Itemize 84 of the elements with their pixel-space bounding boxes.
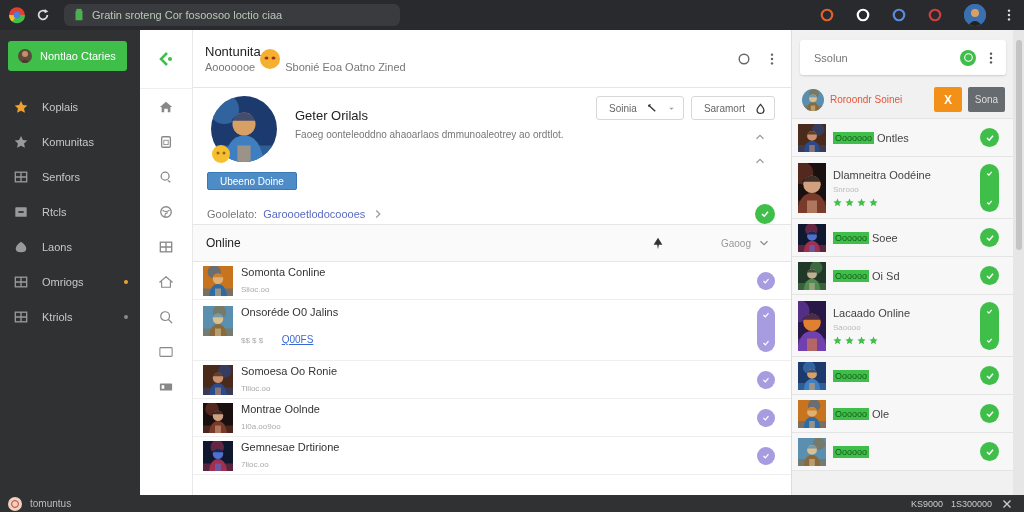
star-icon[interactable] [845,197,854,207]
game-name: Lacaado Online [833,306,911,319]
star-icon[interactable] [869,197,878,207]
star-icon[interactable] [14,134,28,149]
sidebar-item[interactable]: Rtcls [0,194,140,229]
pick-icon[interactable] [646,102,658,114]
link-label: Goolelato: [207,208,258,220]
search-field[interactable]: Ssolun [812,50,952,65]
player-meta: Tilioc.oo [241,383,271,393]
search-icon[interactable] [159,309,173,324]
globe-icon[interactable] [159,204,173,219]
search-bar[interactable]: Ssolun [800,40,1006,75]
game-name: Ole [872,407,890,420]
sidebar-item[interactable]: Ktriols [0,299,140,334]
circle-icon[interactable] [737,51,751,66]
player-name: Onsoréde O0 Jalins [241,306,340,318]
home-icon[interactable] [159,274,173,289]
emoji-icon [259,48,282,70]
profile-description: Faoeg oonteleoddno ahaoarlaos dmmunoaleotrey ao ordtlot. [295,129,565,140]
drop-icon[interactable] [755,102,766,114]
star-icon[interactable] [833,335,842,345]
profile-name: Geter Orilals [295,108,369,123]
star-icon[interactable] [14,99,28,114]
profile-link[interactable]: Garoooetlodocoooes [263,208,366,220]
star-icon[interactable] [869,335,878,345]
action-button[interactable]: Ubeeno Doine [207,172,297,190]
star-icon[interactable] [857,335,866,345]
grid-icon[interactable] [159,239,173,254]
player-name: Somoesa Oo Ronie [241,364,338,377]
screen-icon[interactable] [159,344,173,359]
player-link[interactable]: Q00FS [281,334,314,345]
sidebar-item[interactable]: Omriogs [0,264,140,299]
scrollbar-thumb[interactable] [1016,40,1022,250]
emoji-icon [211,144,231,164]
panel-user-name: Roroondr Soinei [830,94,904,105]
filter-button[interactable]: Saramort [690,96,775,120]
grid-icon[interactable] [14,169,28,184]
address-bar[interactable]: Gratin sroteng Cor fosoosoo loctio ciaa [64,4,400,26]
check-icon[interactable] [761,338,771,348]
status-tag: Oooooo [833,269,870,282]
player-meta: 7lioc.oo [241,459,269,469]
filter-button[interactable]: Soinia [596,96,684,120]
status-tag: Oooooo [833,407,870,420]
back-icon[interactable] [158,51,174,67]
subtitle: Sbonié Eoa Oatno Zined [285,61,406,73]
blob-icon[interactable] [14,239,28,254]
subtitle: Aooooooe [205,61,256,73]
avatar-icon [18,49,32,63]
sidebar-item[interactable]: Komunitas [0,124,140,159]
status-tag: Ooooooo [833,131,875,144]
player-name: Somonta Conline [241,265,327,278]
star-icon[interactable] [857,197,866,207]
sidebar-item[interactable]: Koplais [0,89,140,124]
status-text: KS9000 [910,498,943,509]
game-name: Ontles [877,131,909,144]
document-icon[interactable] [159,134,173,149]
user-name: tomuntus [30,498,72,509]
sidebar-item[interactable]: Senfors [0,159,140,194]
grid-icon[interactable] [14,274,28,289]
grid-icon[interactable] [14,309,28,324]
sidebar-item[interactable]: Laons [0,229,140,264]
status-tag: Oooooo [833,231,870,244]
game-name: Dlamneitra Oodéine [833,168,931,181]
page-title: Nontunita [205,44,262,59]
profile-avatar[interactable] [964,4,986,26]
player-name: Montrae Oolnde [241,402,321,415]
player-name: Gemnesae Drtirione [241,440,341,453]
section-title: Online [206,236,242,250]
save-button[interactable]: Sona [968,87,1005,112]
game-name: Oi Sd [872,269,900,282]
player-meta: $$ $ $ [241,336,264,345]
player-meta: Slioc.oo [241,284,270,294]
star-icon[interactable] [833,197,842,207]
status-text: 1S300000 [950,498,992,509]
browser-logo[interactable] [8,6,26,24]
check-icon[interactable] [761,310,771,320]
star-icon[interactable] [845,335,854,345]
home-icon[interactable] [159,99,173,114]
status-tag: Oooooo [833,369,870,382]
square-icon[interactable] [14,204,28,219]
status-tag: Oooooo [833,445,870,458]
game-name: Soee [872,231,898,244]
reload-icon[interactable] [36,8,50,22]
player-meta: 1l0a.oo9oo [241,421,281,431]
